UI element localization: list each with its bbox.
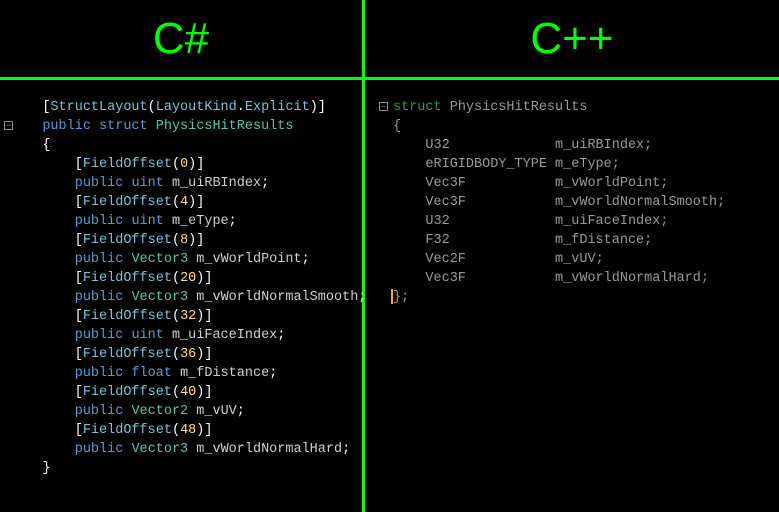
csharp-panel: C# [StructLayout(LayoutKind.Explicit)] −…: [0, 0, 365, 512]
cpp-code: −struct PhysicsHitResults { U32 m_uiRBIn…: [365, 80, 779, 311]
csharp-header: C#: [0, 0, 362, 80]
csharp-code: [StructLayout(LayoutKind.Explicit)] − pu…: [0, 80, 362, 482]
cpp-panel: C++ −struct PhysicsHitResults { U32 m_ui…: [365, 0, 779, 512]
comparison-container: C# [StructLayout(LayoutKind.Explicit)] −…: [0, 0, 779, 512]
cpp-header: C++: [365, 0, 779, 80]
